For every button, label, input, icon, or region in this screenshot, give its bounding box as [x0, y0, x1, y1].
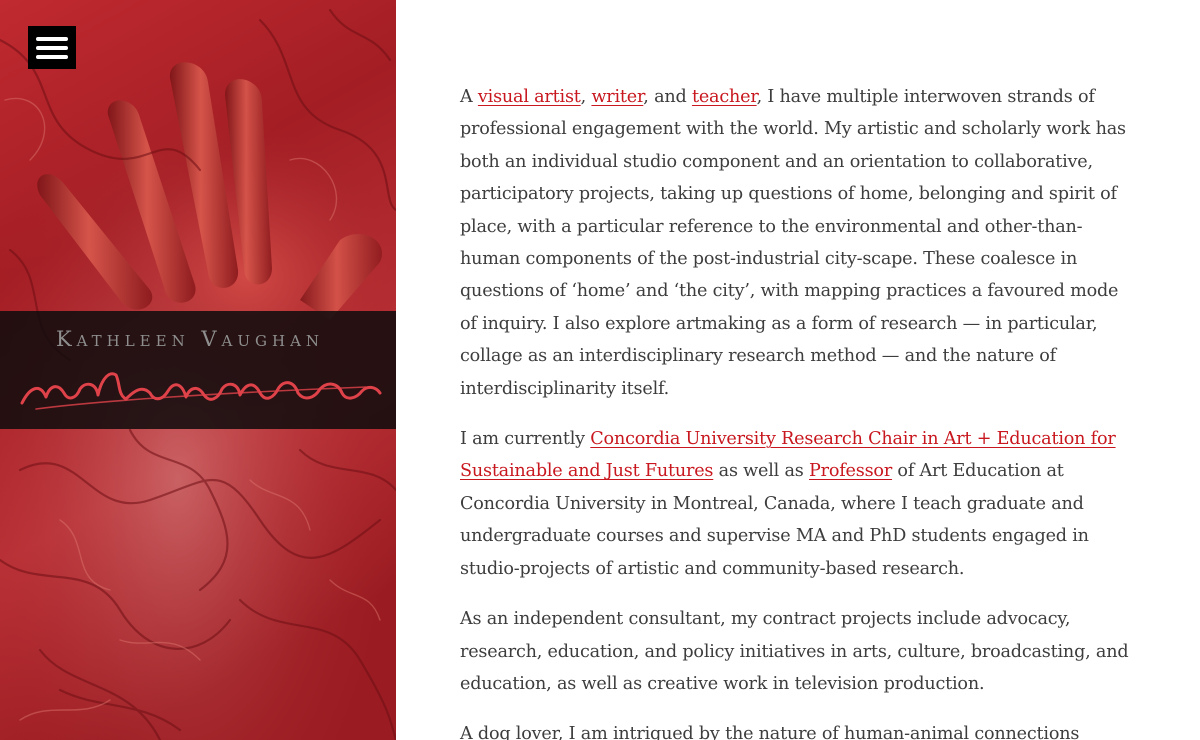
artwork-sidebar: Kathleen Vaughan [0, 0, 396, 740]
consultant-paragraph: As an independent consultant, my contrac… [460, 609, 1129, 694]
dog-lover-paragraph: A dog lover, I am intrigued by the natur… [460, 724, 1080, 740]
main-content: A visual artist, writer, and teacher, I … [460, 81, 1140, 740]
position-paragraph: I am currently Concordia University Rese… [460, 423, 1140, 585]
menu-button[interactable] [28, 26, 76, 69]
teacher-link[interactable]: teacher [692, 87, 757, 107]
text: A [460, 87, 478, 107]
redhanded-logo[interactable] [16, 363, 384, 415]
visual-artist-link[interactable]: visual artist [478, 87, 581, 107]
hamburger-menu-icon-bar [36, 55, 68, 59]
text: I am currently [460, 429, 591, 450]
writer-link[interactable]: writer [591, 87, 643, 107]
text: , [580, 87, 592, 107]
intro-paragraph: A visual artist, writer, and teacher, I … [460, 81, 1140, 405]
professor-link[interactable]: Professor [809, 461, 892, 481]
site-title-band[interactable]: Kathleen Vaughan [0, 311, 396, 429]
page: Kathleen Vaughan A visual artist, writer… [0, 0, 1200, 740]
site-name[interactable]: Kathleen Vaughan [0, 327, 380, 351]
text: , I have multiple interwoven strands of … [460, 87, 1126, 399]
hamburger-menu-icon-bar [36, 46, 68, 50]
text: as well as [713, 461, 809, 482]
hamburger-menu-icon [36, 37, 68, 41]
text: , and [643, 87, 692, 107]
